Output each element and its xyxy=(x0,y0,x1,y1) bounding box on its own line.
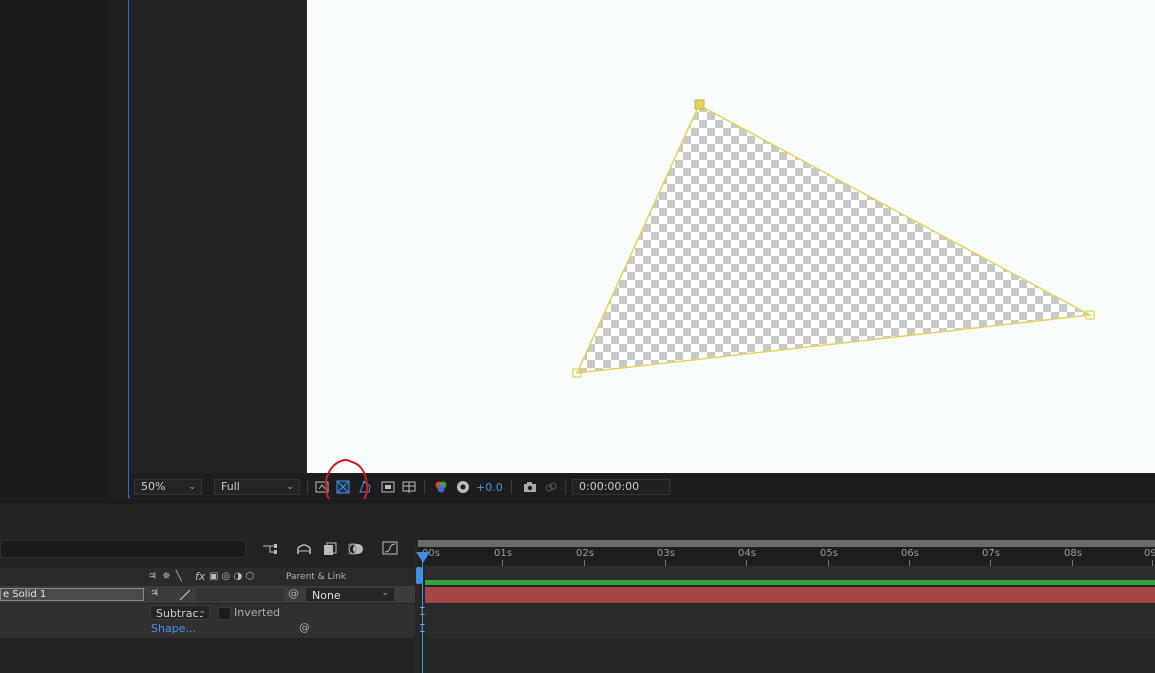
grid-guide-options-icon[interactable] xyxy=(402,480,416,494)
chevron-down-icon: ⌄ xyxy=(188,482,196,492)
parent-dropdown[interactable]: None ⌄ xyxy=(305,587,395,602)
graph-editor-icon[interactable] xyxy=(382,541,398,555)
ruler-label: 01s xyxy=(494,548,512,559)
composition-canvas[interactable] xyxy=(307,0,1155,473)
color-channels-icon[interactable] xyxy=(434,480,448,494)
mask-path-row: Shape... @ xyxy=(0,621,415,638)
comp-flowchart-icon[interactable] xyxy=(262,542,278,556)
comp-duration-bar xyxy=(425,566,1155,580)
layer-search-input[interactable] xyxy=(0,540,246,558)
title-action-safe-icon[interactable] xyxy=(381,480,395,494)
mask-row: Subtract ⌄ Inverted xyxy=(0,604,415,621)
shy-icon[interactable] xyxy=(296,542,312,556)
toolbar-divider xyxy=(511,480,512,494)
mask-preview xyxy=(572,99,1095,378)
current-time-display[interactable]: 0:00:00:00 xyxy=(572,479,670,495)
ruler-label: 08s xyxy=(1064,548,1082,559)
snapshot-icon[interactable] xyxy=(523,480,537,494)
inverted-label: Inverted xyxy=(234,606,281,619)
effects-fx-icon: fx xyxy=(195,570,206,583)
mask-vertex-top xyxy=(694,99,705,110)
inverted-checkbox[interactable] xyxy=(218,607,231,620)
mask-track xyxy=(425,604,1155,621)
chevron-down-icon: ⌄ xyxy=(381,588,389,598)
reset-exposure-icon[interactable] xyxy=(456,480,470,494)
toolbar-divider xyxy=(565,480,566,494)
ruler-label: 02s xyxy=(576,548,594,559)
switch-icons-group-b: ▣ ◎ ◑ ⬡ xyxy=(209,571,255,582)
layer-row[interactable]: e Solid 1 ♃ @ None ⌄ xyxy=(0,586,415,603)
current-time-indicator-line xyxy=(422,560,423,673)
mask-mode-dropdown[interactable]: Subtract ⌄ xyxy=(150,605,210,620)
magnification-dropdown[interactable]: 50% ⌄ xyxy=(134,479,202,495)
project-panel xyxy=(0,0,107,498)
shy-switch-icon[interactable]: ♃ xyxy=(150,588,159,599)
mask-shape-link[interactable]: Shape... xyxy=(151,622,196,635)
spiral-pickwhip-icon[interactable]: @ xyxy=(299,621,310,634)
work-area-bar[interactable] xyxy=(418,540,1155,547)
ruler-label: 07s xyxy=(982,548,1000,559)
chevron-down-icon: ⌄ xyxy=(198,606,206,616)
switch-cells xyxy=(196,588,284,601)
layer-name-field[interactable]: e Solid 1 xyxy=(0,588,144,601)
resolution-value: Full xyxy=(221,480,240,493)
ruler-label: 09 xyxy=(1144,548,1155,559)
timeline-tab-bar xyxy=(0,504,1155,540)
render-cache-bar xyxy=(425,580,1155,585)
parent-value: None xyxy=(312,589,341,602)
switch-icons-group-a: ♃ ✵ ╲ xyxy=(148,571,183,582)
layer-list-empty-area xyxy=(0,638,415,673)
panel-gutter xyxy=(107,0,128,498)
resolution-dropdown[interactable]: Full ⌄ xyxy=(214,479,300,495)
ruler-label: 05s xyxy=(820,548,838,559)
timecode-value: 0:00:00:00 xyxy=(579,480,640,493)
ruler-label: 04s xyxy=(738,548,756,559)
spiral-pickwhip-icon[interactable]: @ xyxy=(288,587,299,600)
show-snapshot-icon[interactable] xyxy=(544,480,558,494)
current-time-indicator[interactable] xyxy=(416,552,430,563)
frame-blending-icon[interactable] xyxy=(322,542,338,556)
mask-path-track xyxy=(425,621,1155,638)
motion-blur-icon[interactable] xyxy=(345,542,364,556)
exposure-value[interactable]: +0.0 xyxy=(476,481,503,494)
toolbar-divider xyxy=(424,480,425,494)
parent-link-column-label: Parent & Link xyxy=(286,572,346,582)
toolbar-divider xyxy=(307,480,308,494)
ruler-label: 06s xyxy=(901,548,919,559)
mask-mode-value: Subtract xyxy=(156,607,203,620)
comp-pasteboard xyxy=(131,0,307,473)
chevron-down-icon: ⌄ xyxy=(286,482,294,492)
magnification-value: 50% xyxy=(141,480,166,493)
quality-switch-icon[interactable] xyxy=(178,589,192,601)
layer-duration-bar[interactable] xyxy=(425,587,1155,603)
ruler-label: 03s xyxy=(657,548,675,559)
layer-switches-header: ♃ ✵ ╲ fx ▣ ◎ ◑ ⬡ Parent & Link xyxy=(0,568,415,586)
mask-shape xyxy=(575,103,1093,374)
viewer-toolbar: 50% ⌄ Full ⌄ +0.0 0:00:00:00 xyxy=(130,474,1155,498)
